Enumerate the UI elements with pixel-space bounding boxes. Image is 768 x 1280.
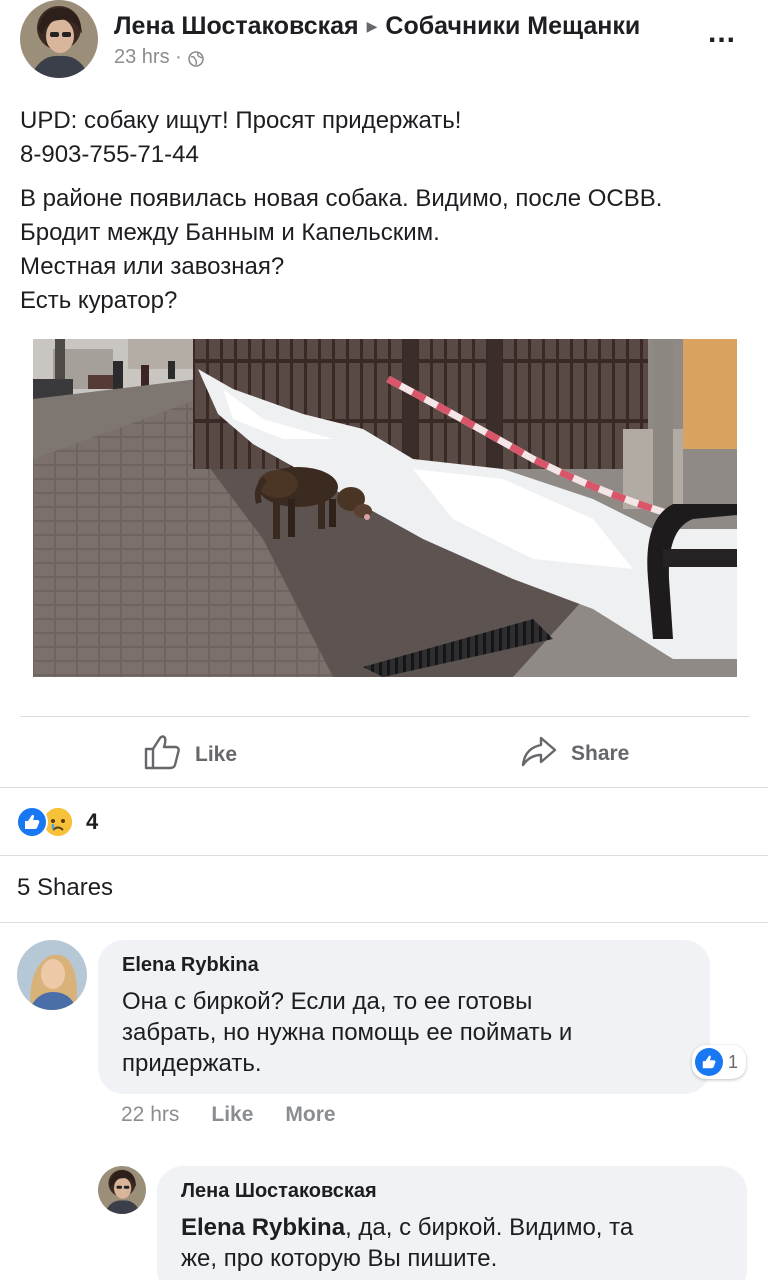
share-arrow-icon — [521, 734, 557, 774]
comment-time[interactable]: 22 hrs — [121, 1103, 179, 1127]
reactions-summary[interactable]: 4 — [16, 804, 98, 840]
reply-line: , да, с биркой. Видимо, та — [345, 1214, 634, 1241]
comment-line: придержать. — [122, 1050, 262, 1077]
reply-author[interactable]: Лена Шостаковская — [181, 1180, 377, 1203]
body-line: В районе появилась новая собака. Видимо,… — [20, 185, 663, 212]
comment-author[interactable]: Elena Rybkina — [122, 954, 259, 977]
more-options-button[interactable]: ... — [708, 18, 736, 48]
post-meta: 23 hrs · — [114, 46, 204, 69]
body-line: Бродит между Банным и Капельским. — [20, 219, 440, 246]
comment-meta: 22 hrs Like More — [121, 1103, 336, 1127]
comment-text: Она с биркой? Если да, то ее готовы забр… — [122, 986, 572, 1079]
like-reaction-icon — [695, 1048, 723, 1076]
share-label: Share — [571, 742, 630, 765]
comment-bubble[interactable]: Elena Rybkina Она с биркой? Если да, то … — [98, 940, 710, 1094]
divider — [0, 922, 768, 923]
mention-link[interactable]: Elena Rybkina — [181, 1214, 345, 1241]
phone-number[interactable]: 8-903-755-71-44 — [20, 138, 755, 172]
share-button[interactable]: Share — [521, 734, 629, 774]
comment-like-count: 1 — [728, 1051, 739, 1072]
like-button[interactable]: Like — [143, 734, 237, 776]
like-label: Like — [195, 743, 238, 766]
divider — [20, 716, 750, 717]
comment-line: забрать, но нужна помощь ее поймать и — [122, 1019, 573, 1046]
body-line: Есть куратор? — [20, 287, 178, 314]
divider — [0, 787, 768, 788]
shares-count[interactable]: 5 Shares — [17, 874, 113, 902]
post-photo[interactable] — [33, 339, 737, 677]
commenter-avatar[interactable] — [17, 940, 87, 1010]
reaction-count: 4 — [86, 809, 99, 834]
post-title: Лена Шостаковская ▶ Собачники Мещанки — [114, 12, 640, 41]
post-time[interactable]: 23 hrs · — [114, 46, 182, 69]
globe-icon — [188, 50, 204, 67]
comment-line: Она с биркой? Если да, то ее готовы — [122, 988, 533, 1015]
author-name[interactable]: Лена Шостаковская — [114, 12, 359, 40]
comment-like-button[interactable]: Like — [211, 1103, 253, 1127]
action-bar: Like Share — [0, 718, 768, 786]
reply-line: же, про которую Вы пишите. — [181, 1245, 498, 1272]
reply-text: Elena Rybkina, да, с биркой. Видимо, та … — [181, 1212, 633, 1274]
divider — [0, 855, 768, 856]
reply-avatar[interactable] — [98, 1166, 146, 1214]
arrow-right-icon: ▶ — [366, 18, 378, 34]
post-text: UPD: собаку ищут! Просят придержать! 8-9… — [20, 104, 755, 328]
author-avatar[interactable] — [20, 0, 98, 78]
comment-more-button[interactable]: More — [285, 1103, 335, 1127]
post-header: Лена Шостаковская ▶ Собачники Мещанки 23 h… — [0, 0, 768, 90]
like-reaction-icon — [16, 806, 48, 838]
reply-bubble[interactable]: Лена Шостаковская Elena Rybkina, да, с б… — [157, 1166, 747, 1280]
thumbs-up-icon — [143, 734, 181, 776]
body-line: Местная или завозная? — [20, 253, 285, 280]
update-line: UPD: собаку ищут! Просят придержать! — [20, 107, 462, 134]
group-name[interactable]: Собачники Мещанки — [385, 12, 640, 40]
comment-like-badge[interactable]: 1 — [692, 1045, 747, 1079]
